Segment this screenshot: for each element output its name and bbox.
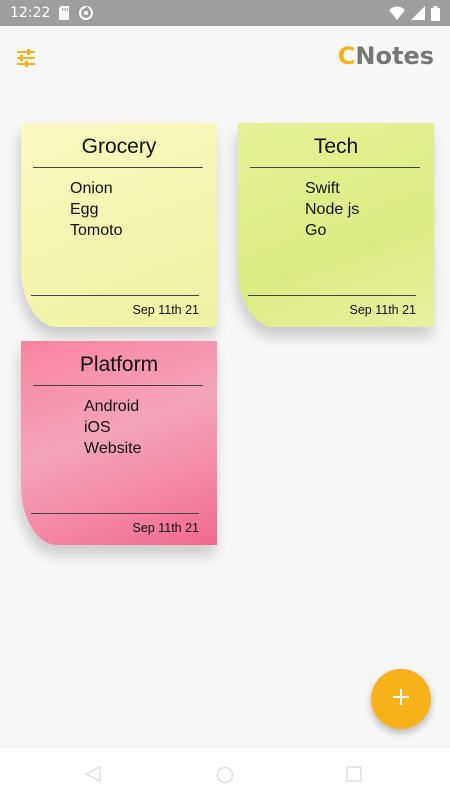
note-item: Node js bbox=[305, 201, 360, 218]
note-divider bbox=[31, 513, 199, 514]
recents-icon[interactable] bbox=[346, 766, 362, 787]
note-title: Tech bbox=[313, 135, 359, 158]
note-title: Grocery bbox=[81, 135, 157, 158]
note-items: Android iOS Website bbox=[84, 396, 142, 459]
data-saver-icon bbox=[78, 5, 94, 21]
note-item: Onion bbox=[70, 180, 113, 197]
note-date: Sep 11th 21 bbox=[349, 303, 417, 317]
note-item: Egg bbox=[70, 201, 99, 218]
app-bar: CNotes bbox=[0, 26, 450, 90]
back-icon[interactable] bbox=[84, 765, 102, 787]
home-icon[interactable] bbox=[216, 766, 234, 789]
app-title-accent: C bbox=[337, 42, 356, 70]
note-date: Sep 11th 21 bbox=[132, 303, 200, 317]
note-item: Go bbox=[305, 222, 327, 239]
note-item: Website bbox=[84, 440, 142, 457]
sd-card-icon bbox=[58, 6, 70, 20]
note-title: Platform bbox=[79, 353, 159, 376]
plus-icon bbox=[391, 687, 411, 712]
note-date: Sep 11th 21 bbox=[132, 521, 200, 535]
add-note-button[interactable] bbox=[371, 669, 431, 729]
note-divider bbox=[33, 385, 203, 386]
note-card-tech[interactable]: Tech Swift Node js Go Sep 11th 21 bbox=[238, 123, 434, 327]
note-items: Swift Node js Go bbox=[305, 178, 359, 241]
wifi-icon bbox=[389, 6, 405, 20]
status-bar: 12:22 bbox=[0, 0, 450, 26]
note-divider bbox=[33, 167, 203, 168]
note-item: iOS bbox=[84, 419, 111, 436]
note-item: Android bbox=[84, 398, 140, 415]
note-divider bbox=[250, 167, 420, 168]
battery-icon bbox=[431, 5, 440, 21]
note-divider bbox=[248, 295, 416, 296]
signal-icon bbox=[411, 6, 425, 20]
note-card-grocery[interactable]: Grocery Onion Egg Tomoto Sep 11th 21 bbox=[21, 123, 217, 327]
app-title-rest: Notes bbox=[355, 42, 434, 70]
note-item: Tomoto bbox=[70, 222, 123, 239]
sliders-icon[interactable] bbox=[16, 48, 36, 68]
system-nav-bar bbox=[0, 748, 450, 800]
note-card-platform[interactable]: Platform Android iOS Website Sep 11th 21 bbox=[21, 341, 217, 545]
note-divider bbox=[31, 295, 199, 296]
note-items: Onion Egg Tomoto bbox=[70, 178, 122, 241]
status-time: 12:22 bbox=[10, 5, 51, 21]
app-title: CNotes bbox=[338, 42, 434, 70]
note-item: Swift bbox=[305, 180, 340, 197]
